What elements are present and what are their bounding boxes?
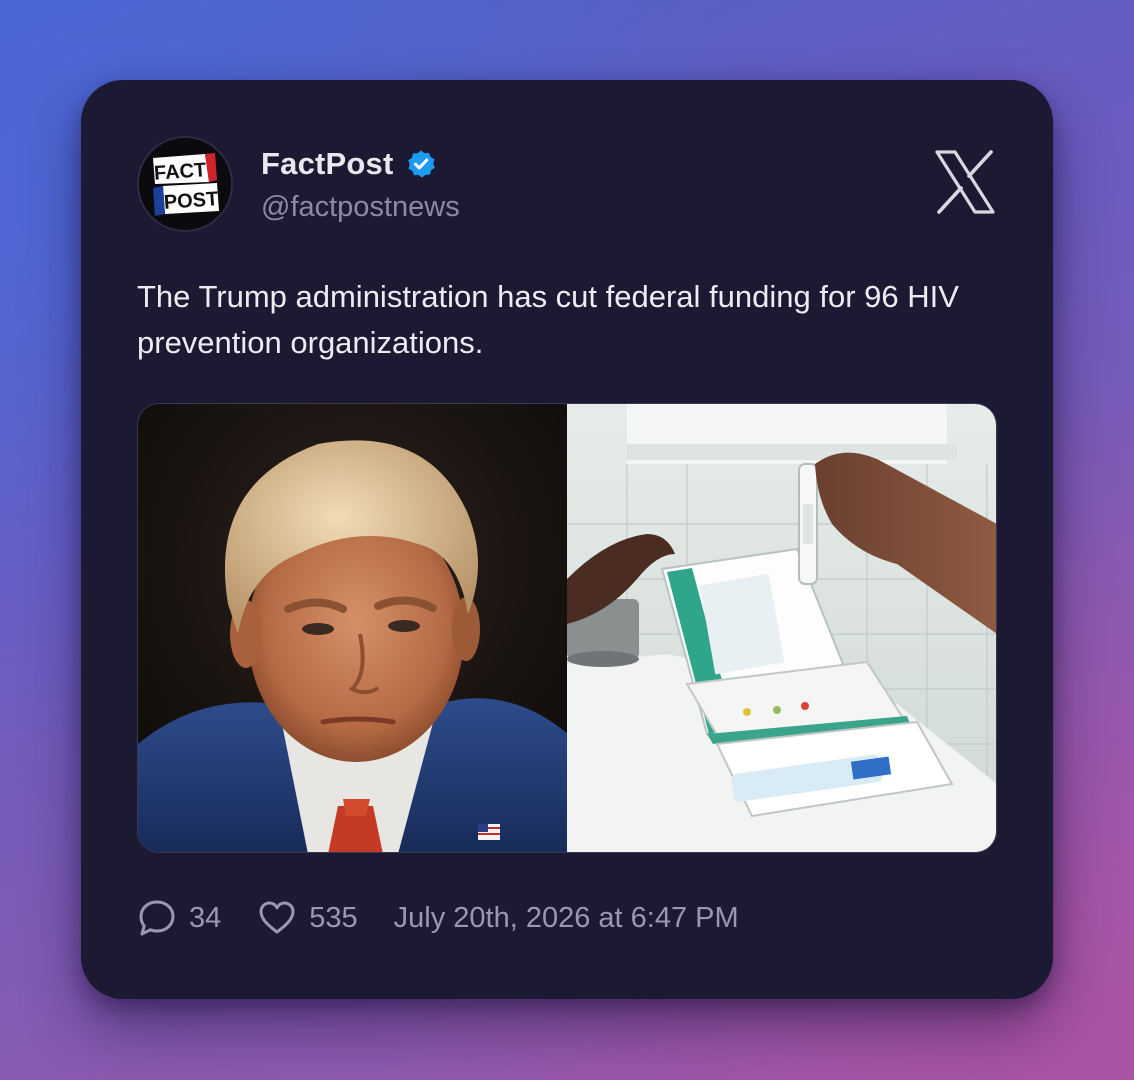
x-logo-icon[interactable] <box>933 150 997 214</box>
post-card: FACT POST FactPost @factpostnews The Tru… <box>81 80 1053 999</box>
verified-badge-icon <box>406 149 436 179</box>
reply-count: 34 <box>189 901 222 934</box>
like-button[interactable]: 535 <box>257 898 358 938</box>
heart-icon <box>257 898 297 938</box>
avatar[interactable]: FACT POST <box>137 136 233 232</box>
media-image-portrait[interactable] <box>138 404 567 852</box>
author-row: FactPost <box>261 146 436 182</box>
reply-button[interactable]: 34 <box>137 898 221 938</box>
handle[interactable]: @factpostnews <box>261 191 460 224</box>
media-image-test-kit[interactable] <box>567 404 996 852</box>
avatar-text-bottom: POST <box>163 188 219 214</box>
avatar-text-top: FACT <box>153 159 207 185</box>
post-media[interactable] <box>137 403 997 853</box>
post-text: The Trump administration has cut federal… <box>137 279 959 360</box>
post-footer: 34 535 July 20th, 2026 at 6:47 PM <box>137 898 739 938</box>
speech-bubble-icon <box>137 898 177 938</box>
timestamp[interactable]: July 20th, 2026 at 6:47 PM <box>394 902 739 935</box>
like-count: 535 <box>309 901 358 934</box>
display-name[interactable]: FactPost <box>261 146 394 182</box>
